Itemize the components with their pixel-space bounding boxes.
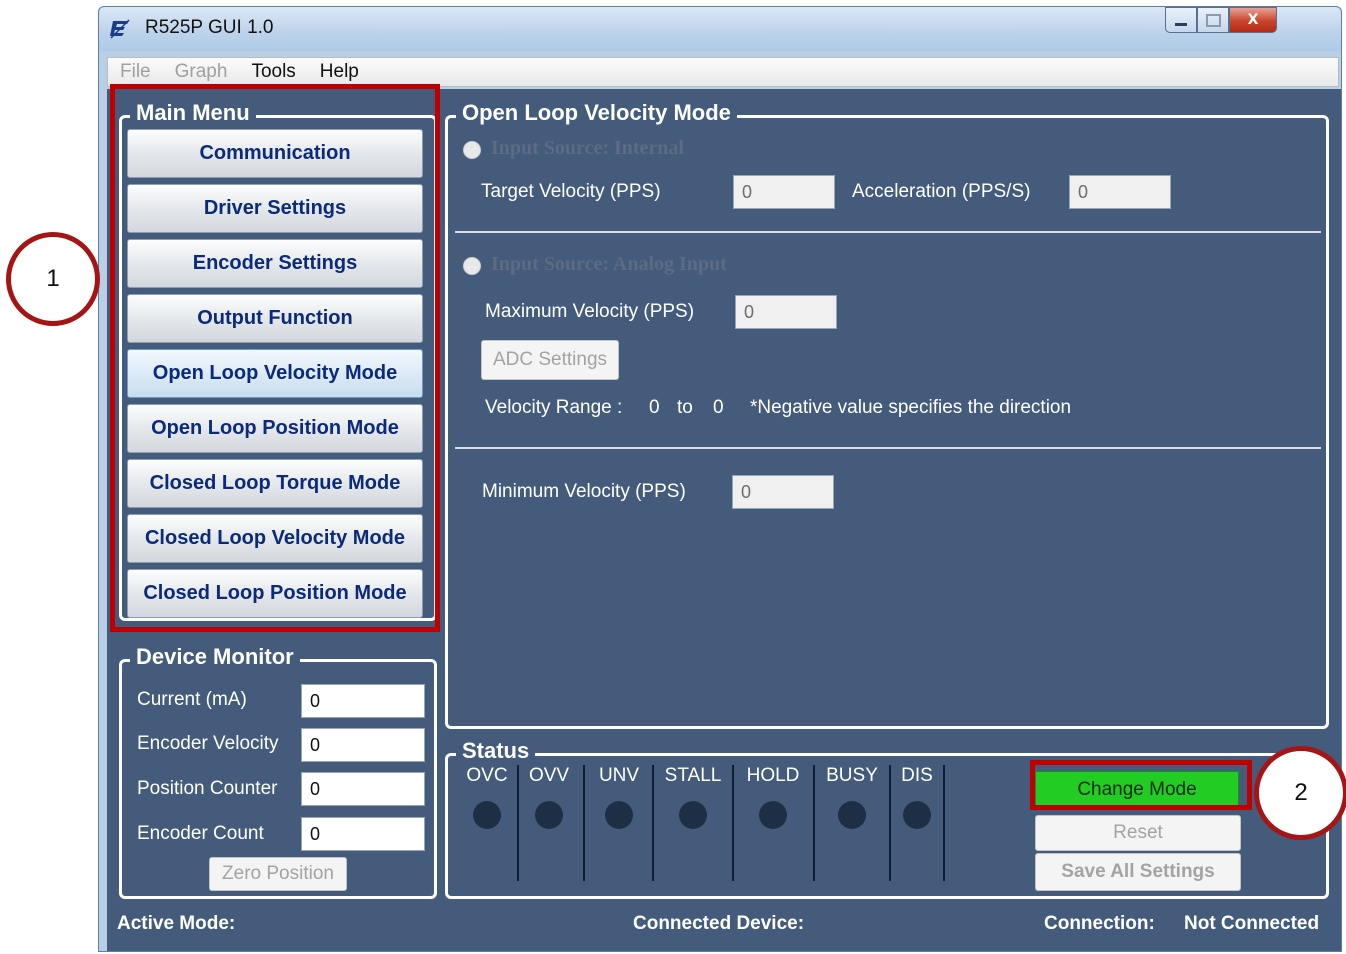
min-velocity-field[interactable]: 0	[732, 475, 834, 509]
status-label: OVC	[466, 765, 508, 786]
analog-source-radio[interactable]	[463, 257, 481, 275]
status-stall: STALL	[657, 749, 729, 863]
internal-source-radio[interactable]	[463, 141, 481, 159]
callout-1: 1	[6, 232, 100, 326]
active-mode-label: Active Mode:	[117, 913, 236, 934]
status-divider	[813, 765, 815, 881]
status-led	[838, 801, 866, 829]
callout-2: 2	[1254, 746, 1346, 840]
status-label: HOLD	[746, 765, 800, 786]
acceleration-label: Acceleration (PPS/S)	[852, 181, 1031, 202]
velocity-range-label: Velocity Range :	[485, 397, 623, 418]
save-all-settings-button[interactable]: Save All Settings	[1035, 853, 1241, 891]
status-ovc: OVC	[459, 749, 515, 863]
section-divider	[455, 447, 1321, 449]
status-led	[605, 801, 633, 829]
max-velocity-field[interactable]: 0	[735, 295, 837, 329]
encoder-velocity-field[interactable]: 0	[301, 728, 425, 762]
reset-button[interactable]: Reset	[1035, 815, 1241, 851]
status-led	[535, 801, 563, 829]
section-divider	[455, 231, 1321, 233]
maximize-icon	[1205, 13, 1221, 27]
connected-device-label: Connected Device:	[633, 913, 805, 934]
maximize-button[interactable]	[1197, 7, 1229, 33]
status-divider	[889, 765, 891, 881]
encoder-count-label: Encoder Count	[137, 823, 264, 844]
target-velocity-label: Target Velocity (PPS)	[481, 181, 661, 202]
status-busy: BUSY	[819, 749, 885, 863]
status-led	[473, 801, 501, 829]
direction-note: *Negative value specifies the direction	[750, 397, 1072, 418]
position-counter-label: Position Counter	[137, 778, 278, 799]
app-logo-icon	[109, 19, 131, 39]
close-button[interactable]: X	[1229, 7, 1277, 33]
encoder-count-field[interactable]: 0	[301, 817, 425, 851]
internal-source-label: Input Source: Internal	[491, 137, 684, 159]
target-velocity-field[interactable]: 0	[733, 175, 835, 209]
menu-bar: File Graph Tools Help	[107, 57, 1339, 87]
close-icon: X	[1247, 12, 1259, 28]
minimize-button[interactable]	[1165, 7, 1197, 33]
status-divider	[943, 765, 945, 881]
acceleration-field[interactable]: 0	[1069, 175, 1171, 209]
status-led	[903, 801, 931, 829]
menu-tools[interactable]: Tools	[251, 61, 295, 83]
status-dis: DIS	[895, 749, 939, 863]
velocity-range-from: 0	[649, 397, 660, 418]
menu-help[interactable]: Help	[320, 61, 359, 83]
mode-panel-title: Open Loop Velocity Mode	[456, 100, 737, 126]
status-led	[759, 801, 787, 829]
status-led	[679, 801, 707, 829]
connection-label: Connection:	[1044, 913, 1155, 934]
zero-position-button[interactable]: Zero Position	[209, 857, 347, 891]
status-label: BUSY	[826, 765, 878, 786]
menu-graph[interactable]: Graph	[175, 61, 228, 83]
status-divider	[652, 765, 654, 881]
connection-status: Not Connected	[1184, 913, 1320, 934]
menu-file[interactable]: File	[120, 61, 151, 83]
encoder-velocity-label: Encoder Velocity	[137, 733, 279, 754]
main-menu-highlight	[110, 84, 440, 632]
adc-settings-button[interactable]: ADC Settings	[481, 340, 619, 380]
velocity-range-to: 0	[713, 397, 724, 418]
status-label: OVV	[528, 765, 570, 786]
min-velocity-label: Minimum Velocity (PPS)	[482, 481, 686, 502]
max-velocity-label: Maximum Velocity (PPS)	[485, 301, 695, 322]
analog-source-label: Input Source: Analog Input	[491, 253, 727, 275]
minimize-icon	[1175, 22, 1187, 26]
position-counter-field[interactable]: 0	[301, 772, 425, 806]
status-label: UNV	[598, 765, 640, 786]
velocity-range-to-label: to	[677, 397, 693, 418]
device-monitor-title: Device Monitor	[130, 644, 300, 670]
status-divider	[732, 765, 734, 881]
current-label: Current (mA)	[137, 689, 247, 710]
status-label: STALL	[664, 765, 722, 786]
status-divider	[517, 765, 519, 881]
status-unv: UNV	[589, 749, 649, 863]
current-field[interactable]: 0	[301, 684, 425, 718]
status-ovv: OVV	[523, 749, 575, 863]
change-mode-highlight	[1030, 760, 1252, 810]
mode-panel-group: Open Loop Velocity Mode	[445, 100, 1329, 729]
status-hold: HOLD	[737, 749, 809, 863]
window-title: R525P GUI 1.0	[145, 17, 274, 38]
status-label: DIS	[901, 765, 933, 786]
status-divider	[583, 765, 585, 881]
title-bar[interactable]: R525P GUI 1.0 X	[99, 7, 1341, 51]
